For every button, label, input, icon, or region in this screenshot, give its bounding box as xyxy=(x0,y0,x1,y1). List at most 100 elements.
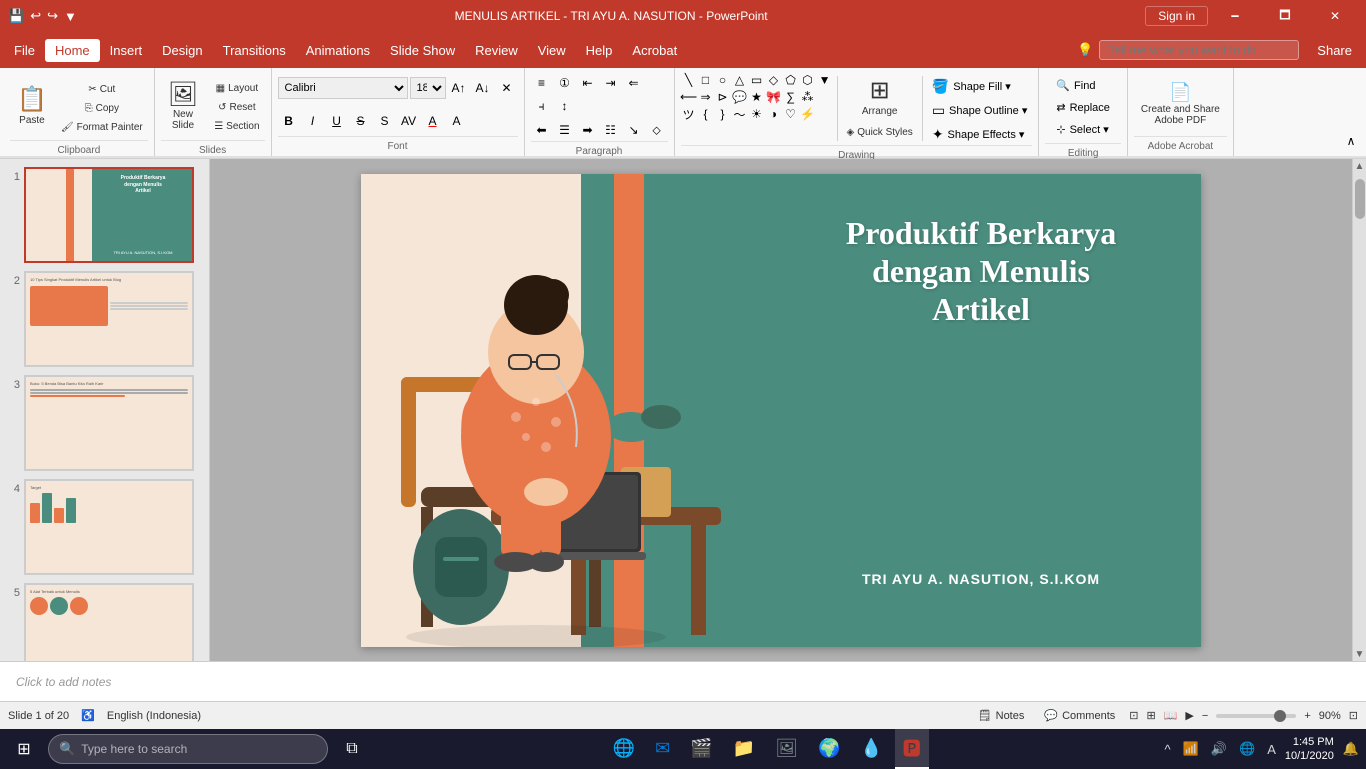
ribbon-shape[interactable]: 🎀 xyxy=(766,89,782,105)
shape-outline-button[interactable]: ▭ Shape Outline ▾ xyxy=(927,100,1033,121)
collapse-ribbon-button[interactable]: ∧ xyxy=(1340,130,1362,152)
star-shape[interactable]: ★ xyxy=(749,89,765,105)
start-button[interactable]: ⊞ xyxy=(4,729,44,769)
share-button[interactable]: Share xyxy=(1307,39,1362,62)
layout-button[interactable]: ▦ Layout xyxy=(209,80,264,97)
font-name-select[interactable]: Calibri xyxy=(278,77,408,99)
main-slide-canvas[interactable]: Produktif Berkarya dengan Menulis Artike… xyxy=(361,174,1201,647)
taskbar-browser[interactable]: 🌍 xyxy=(810,729,848,769)
taskbar-files[interactable]: 📁 xyxy=(725,729,763,769)
wave-shape[interactable]: 〜 xyxy=(732,106,748,122)
increase-font-button[interactable]: A↑ xyxy=(448,77,470,99)
slide-thumb-4[interactable]: 4 Target xyxy=(4,479,205,575)
arrow2-shape[interactable]: ⇒ xyxy=(698,89,714,105)
find-button[interactable]: 🔍 Find xyxy=(1051,76,1115,95)
slide-thumb-3[interactable]: 3 Buku: 5 Benda Bisa Bantu Kita Raih Kar… xyxy=(4,375,205,471)
spacing-button[interactable]: AV xyxy=(398,110,420,132)
network-icon[interactable]: 📶 xyxy=(1180,741,1202,757)
slide-thumb-1[interactable]: 1 Produktif Berkaryadengan MenulisArtike… xyxy=(4,167,205,263)
slide-thumbnail-2[interactable]: 10 Tips Singkat Produktif Menulis Artike… xyxy=(24,271,194,367)
globe-icon[interactable]: 🌐 xyxy=(1236,741,1258,757)
signin-button[interactable]: Sign in xyxy=(1145,6,1208,26)
columns-button[interactable]: ⫞ xyxy=(531,95,553,117)
line-spacing-button[interactable]: ↕ xyxy=(554,95,576,117)
reset-button[interactable]: ↺ Reset xyxy=(209,99,264,116)
menu-view[interactable]: View xyxy=(528,39,576,62)
menu-file[interactable]: File xyxy=(4,39,45,62)
moon-shape[interactable]: ◑ xyxy=(766,106,782,122)
scroll-up-arrow[interactable]: ▲ xyxy=(1353,159,1366,173)
custom-shape[interactable]: ⁂ xyxy=(800,89,816,105)
font-color-button[interactable]: A xyxy=(422,110,444,132)
notification-icon[interactable]: 🔔 xyxy=(1340,741,1362,757)
slide-panel[interactable]: 1 Produktif Berkaryadengan MenulisArtike… xyxy=(0,159,210,661)
highlight-button[interactable]: A xyxy=(446,110,468,132)
sun-shape[interactable]: ☀ xyxy=(749,106,765,122)
menu-insert[interactable]: Insert xyxy=(100,39,153,62)
taskbar-media[interactable]: 🎬 xyxy=(682,729,720,769)
rect2-shape[interactable]: ▭ xyxy=(749,72,765,88)
taskbar-app-liquid[interactable]: 💧 xyxy=(852,729,890,769)
slide-sorter-icon[interactable]: ⊞ xyxy=(1146,709,1155,722)
rtl-button[interactable]: ⇐ xyxy=(623,72,645,94)
align-right-button[interactable]: ➡ xyxy=(577,119,599,141)
diamond-shape[interactable]: ◇ xyxy=(766,72,782,88)
arrow-shape[interactable]: ⟵ xyxy=(681,89,697,105)
tray-chevron[interactable]: ^ xyxy=(1162,742,1174,757)
new-slide-button[interactable]: 🖼 New Slide xyxy=(161,72,205,140)
undo-icon[interactable]: ↩ xyxy=(30,8,41,24)
slide-thumb-5[interactable]: 5 5 Alat Terbaik untuk Menulis xyxy=(4,583,205,661)
fit-slide-button[interactable]: ⊡ xyxy=(1349,709,1358,722)
underline-button[interactable]: U xyxy=(326,110,348,132)
italic-button[interactable]: I xyxy=(302,110,324,132)
format-painter-button[interactable]: 🖌 Format Painter xyxy=(56,119,148,136)
bullets-button[interactable]: ≡ xyxy=(531,72,553,94)
menu-home[interactable]: Home xyxy=(45,39,100,62)
clear-format-button[interactable]: ✕ xyxy=(496,77,518,99)
strikethrough-button[interactable]: S xyxy=(350,110,372,132)
search-bar[interactable]: 🔍 xyxy=(48,734,328,764)
bold-button[interactable]: B xyxy=(278,110,300,132)
text-direction-button[interactable]: ↘ xyxy=(623,119,645,141)
rect-shape[interactable]: □ xyxy=(698,72,714,88)
section-button[interactable]: ☰ Section xyxy=(209,118,264,135)
freeform-shape[interactable]: ツ xyxy=(681,106,697,122)
ime-icon[interactable]: A xyxy=(1264,742,1279,757)
volume-icon[interactable]: 🔊 xyxy=(1208,741,1230,757)
quick-styles-button[interactable]: ◈ Quick Styles xyxy=(842,124,918,141)
zoom-out-button[interactable]: − xyxy=(1202,710,1208,722)
zoom-level[interactable]: 90% xyxy=(1319,710,1341,722)
convert-smartart-button[interactable]: ⬦ xyxy=(646,119,668,141)
lightning-shape[interactable]: ⚡ xyxy=(800,106,816,122)
slide-thumbnail-5[interactable]: 5 Alat Terbaik untuk Menulis xyxy=(24,583,194,661)
hex-shape[interactable]: ⬡ xyxy=(800,72,816,88)
align-left-button[interactable]: ⬅ xyxy=(531,119,553,141)
taskbar-powerpoint[interactable]: 🅿 xyxy=(895,729,929,769)
redo-icon[interactable]: ↪ xyxy=(47,8,58,24)
taskbar-edge[interactable]: 🌐 xyxy=(605,729,643,769)
indent-increase-button[interactable]: ⇥ xyxy=(600,72,622,94)
menu-design[interactable]: Design xyxy=(152,39,212,62)
notes-placeholder[interactable]: Click to add notes xyxy=(16,675,111,689)
bracket-shape[interactable]: { xyxy=(698,106,714,122)
arrange-button[interactable]: ⊞ Arrange xyxy=(842,72,918,122)
copy-button[interactable]: ⎘ Copy xyxy=(56,100,148,117)
oval-shape[interactable]: ○ xyxy=(715,72,731,88)
task-view-button[interactable]: ⧉ xyxy=(332,729,372,769)
reading-view-icon[interactable]: 📖 xyxy=(1164,709,1178,722)
paste-button[interactable]: 📋 Paste xyxy=(10,72,54,140)
triangle-shape[interactable]: △ xyxy=(732,72,748,88)
menu-review[interactable]: Review xyxy=(465,39,528,62)
slideshow-icon[interactable]: ▶ xyxy=(1185,709,1193,722)
right-scrollbar[interactable]: ▲ ▼ xyxy=(1352,159,1366,661)
slide-thumb-2[interactable]: 2 10 Tips Singkat Produktif Menulis Arti… xyxy=(4,271,205,367)
zoom-in-button[interactable]: + xyxy=(1304,710,1310,722)
maximize-button[interactable]: 🗖 xyxy=(1262,0,1308,32)
notes-area[interactable]: Click to add notes xyxy=(0,661,1366,701)
create-pdf-button[interactable]: 📄 Create and Share Adobe PDF xyxy=(1134,72,1227,136)
math-shape[interactable]: ∑ xyxy=(783,89,799,105)
menu-slideshow[interactable]: Slide Show xyxy=(380,39,465,62)
menu-help[interactable]: Help xyxy=(576,39,623,62)
cut-button[interactable]: ✂ Cut xyxy=(56,81,148,98)
font-size-select[interactable]: 18 xyxy=(410,77,446,99)
